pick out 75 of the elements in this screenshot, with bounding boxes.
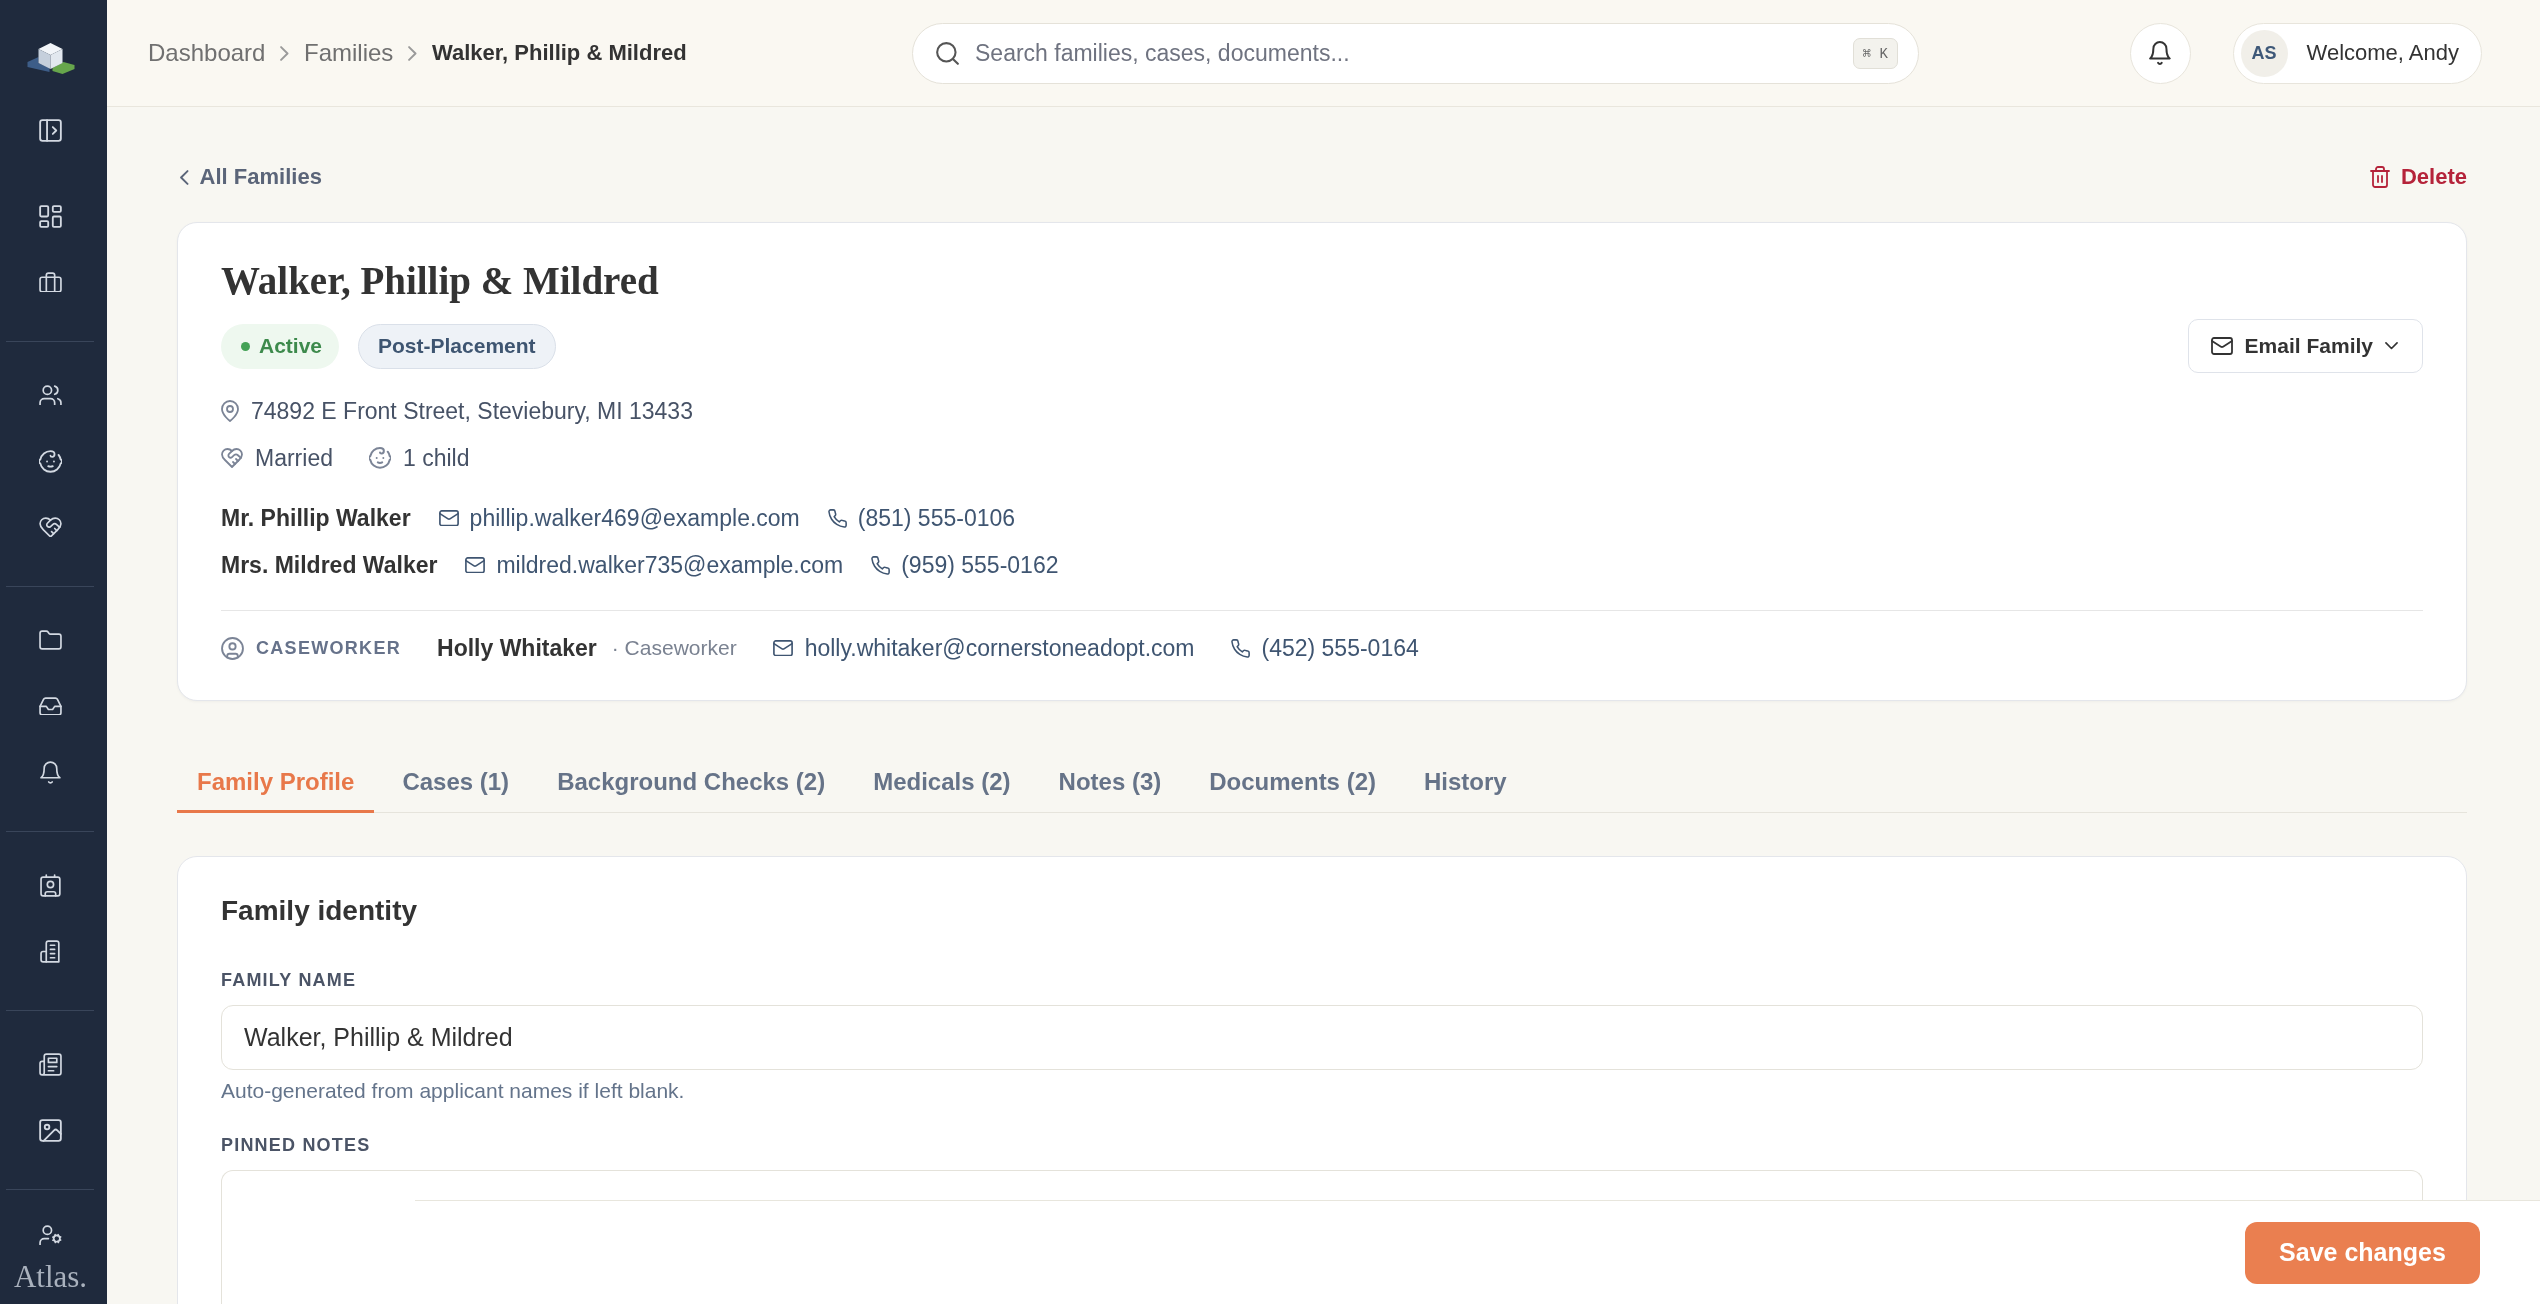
help-text: Auto-generated from applicant names if left blank.	[221, 1077, 686, 1104]
marital-status: Married	[255, 444, 333, 472]
back-link[interactable]: All Families	[180, 164, 322, 190]
bell-icon[interactable]	[40, 760, 61, 784]
search-input[interactable]: Search families, cases, documents...	[975, 39, 1837, 67]
user-circle-icon	[221, 636, 244, 660]
phone-icon	[827, 508, 847, 528]
mail-icon	[465, 556, 486, 574]
email-family-button[interactable]: Email Family	[2187, 319, 2423, 373]
children-count: 1 child	[402, 444, 470, 472]
cube-logo-icon[interactable]	[25, 42, 76, 75]
text-input[interactable]: Walker, Phillip & Mildred	[221, 1004, 2423, 1070]
building-icon[interactable]	[40, 939, 61, 963]
phone-link[interactable]: (452) 555-0164	[1261, 634, 1419, 662]
caseworker-label: CASEWORKER	[256, 637, 401, 659]
status-dot-icon	[241, 341, 250, 351]
address-text: 74892 E Front Street, Steviebury, MI 13433	[251, 397, 693, 425]
email-link[interactable]: holly.whitaker@cornerstoneadopt.com	[804, 634, 1195, 662]
status-label: Active	[259, 334, 323, 358]
inbox-icon[interactable]	[39, 696, 62, 716]
mail-icon	[2210, 337, 2233, 355]
applicant-name: Mr. Phillip Walker	[221, 504, 411, 532]
trash-icon	[2369, 166, 2390, 188]
mail-icon	[438, 509, 459, 527]
phone-link[interactable]: (959) 555-0162	[901, 551, 1059, 579]
search-icon	[936, 41, 959, 65]
brand-wordmark: Atlas.	[13, 1260, 88, 1294]
email-link[interactable]: mildred.walker735@example.com	[496, 551, 844, 579]
phone-icon	[1230, 638, 1250, 658]
baby-face-icon[interactable]	[39, 449, 62, 473]
contact-card-icon[interactable]	[40, 873, 61, 897]
chevron-right-icon	[408, 45, 417, 61]
phone-icon	[871, 555, 891, 575]
image-icon[interactable]	[39, 1118, 62, 1142]
family-title: Walker, Phillip & Mildred	[221, 258, 660, 305]
breadcrumb-link[interactable]: Dashboard	[148, 39, 266, 67]
search-field[interactable]: Search families, cases, documents... ⌘ K	[912, 22, 1919, 84]
chevron-right-icon	[280, 45, 289, 61]
email-link[interactable]: phillip.walker469@example.com	[469, 504, 800, 532]
heart-handshake-icon[interactable]	[39, 516, 62, 538]
tab[interactable]: Documents (2)	[1189, 753, 1396, 813]
delete-button[interactable]: Delete	[2369, 164, 2467, 190]
briefcase-icon[interactable]	[39, 271, 62, 293]
tab[interactable]: Background Checks (2)	[537, 753, 846, 813]
user-gear-icon[interactable]	[39, 1224, 62, 1246]
field-label: FAMILY NAME	[221, 968, 358, 991]
phone-link[interactable]: (851) 555-0106	[857, 504, 1016, 532]
tab[interactable]: Cases (1)	[382, 753, 530, 813]
breadcrumb-current: Walker, Phillip & Mildred	[431, 40, 687, 66]
users-icon[interactable]	[39, 384, 62, 406]
folder-icon[interactable]	[39, 630, 62, 650]
applicant-name: Mrs. Mildred Walker	[221, 551, 438, 579]
user-avatar: AS	[2240, 29, 2288, 77]
newspaper-icon[interactable]	[39, 1052, 62, 1076]
caseworker-role: · Caseworker	[611, 636, 737, 660]
caseworker-name: Holly Whitaker	[437, 634, 597, 662]
breadcrumb-link[interactable]: Families	[304, 39, 394, 67]
tab[interactable]: Notes (3)	[1038, 753, 1182, 813]
user-menu-button[interactable]: AS Welcome, Andy	[2232, 22, 2482, 84]
stage-tag: Post-Placement	[358, 323, 556, 369]
keyboard-shortcut: ⌘ K	[1852, 37, 1898, 69]
baby-face-icon	[368, 447, 391, 469]
chevron-left-icon	[180, 169, 189, 185]
tab[interactable]: History	[1403, 753, 1527, 813]
tab[interactable]: Medicals (2)	[853, 753, 1031, 813]
section-title: Family identity	[221, 893, 419, 928]
field-label: PINNED NOTES	[221, 1133, 372, 1156]
bell-icon	[2149, 41, 2171, 65]
notes-field[interactable]	[221, 1169, 2423, 1203]
mail-icon	[772, 639, 793, 657]
map-pin-icon	[221, 400, 239, 422]
chevron-down-icon	[2385, 342, 2398, 350]
sidebar-toggle-icon[interactable]	[39, 118, 62, 142]
grid-icon[interactable]	[39, 204, 62, 228]
heart-handshake-icon	[221, 448, 243, 468]
